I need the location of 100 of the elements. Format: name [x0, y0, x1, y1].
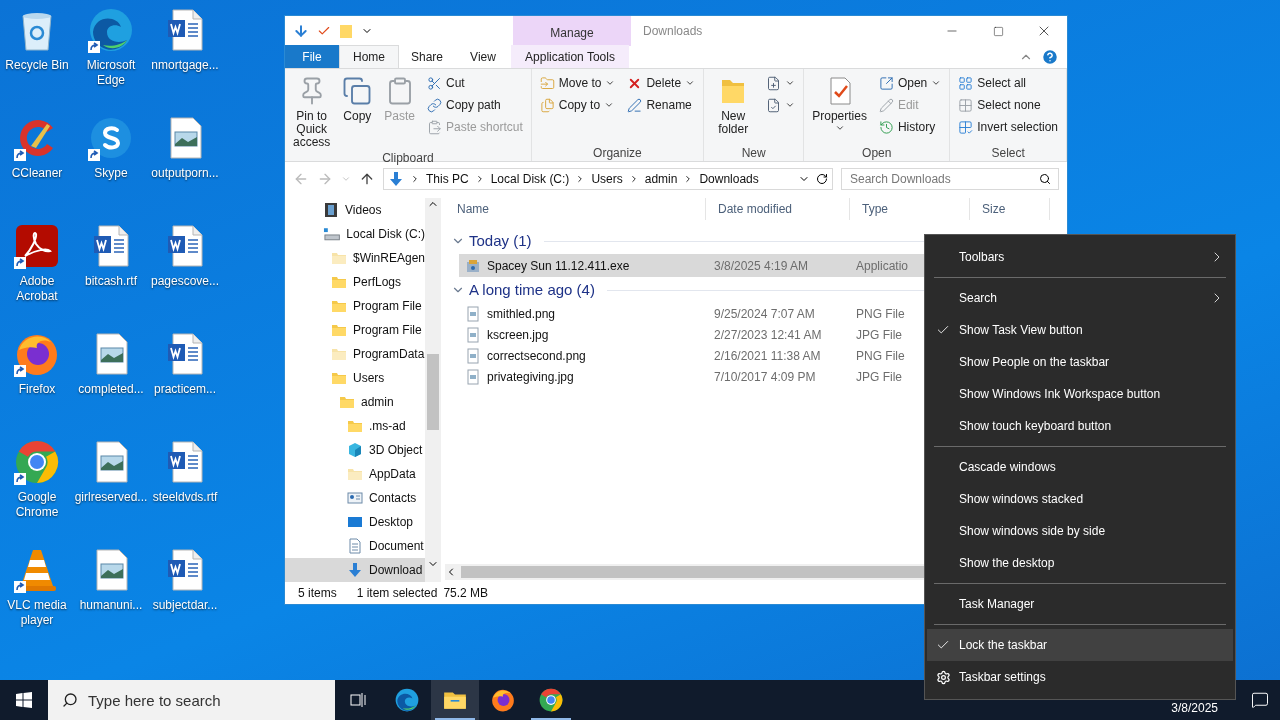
menu-item[interactable]: Show touch keyboard button: [927, 410, 1233, 442]
ribbon-tab[interactable]: Application Tools: [511, 45, 629, 68]
menu-item[interactable]: Show the desktop: [927, 547, 1233, 579]
ribbon-button[interactable]: Copy: [338, 72, 377, 149]
menu-item[interactable]: Show windows stacked: [927, 483, 1233, 515]
folder-arrow-icon: [539, 75, 555, 91]
ribbon-group-label: New: [740, 145, 767, 161]
desktop-icon[interactable]: bitcash.rtf: [74, 222, 148, 330]
folder-icon: [331, 322, 347, 338]
menu-item[interactable]: Taskbar settings: [927, 661, 1233, 693]
desktop-icon[interactable]: subjectdar...: [148, 546, 222, 654]
menu-item[interactable]: Lock the taskbar: [927, 629, 1233, 661]
firefox-icon: [490, 687, 516, 713]
installer-icon: [465, 257, 481, 274]
scrollbar-thumb[interactable]: [427, 354, 439, 430]
folder-icon: [347, 418, 363, 434]
desktop-icon[interactable]: outputporn...: [148, 114, 222, 222]
desktop-icon[interactable]: girlreserved...: [74, 438, 148, 546]
desktop-icon[interactable]: pagescove...: [148, 222, 222, 330]
desktop-icon-label: outputporn...: [150, 166, 220, 181]
nav-tree-item[interactable]: Contacts: [285, 486, 425, 510]
up-icon[interactable]: [359, 171, 375, 187]
ribbon-tab[interactable]: File: [285, 45, 339, 68]
desktop-icon[interactable]: Firefox: [0, 330, 74, 438]
nav-tree-item[interactable]: PerfLogs: [285, 270, 425, 294]
desktop-icon[interactable]: practicem...: [148, 330, 222, 438]
cube-icon: [347, 442, 363, 458]
menu-item[interactable]: Show windows side by side: [927, 515, 1233, 547]
menu-item[interactable]: Show People on the taskbar: [927, 346, 1233, 378]
ribbon-button[interactable]: Select none: [954, 94, 1062, 116]
ribbon-button[interactable]: Delete: [623, 72, 700, 94]
menu-item[interactable]: Show Windows Ink Workspace button: [927, 378, 1233, 410]
breadcrumb[interactable]: This PC: [426, 170, 469, 188]
desktop-icon[interactable]: Google Chrome: [0, 438, 74, 546]
column-header[interactable]: Name: [445, 198, 706, 220]
nav-tree-item[interactable]: Program File: [285, 318, 425, 342]
taskbar-search-field[interactable]: Type here to search: [48, 680, 335, 720]
ribbon-tab[interactable]: Home: [339, 45, 399, 68]
menu-item[interactable]: Task Manager: [927, 588, 1233, 620]
desktop-icon[interactable]: steeldvds.rtf: [148, 438, 222, 546]
desktop-icon[interactable]: completed...: [74, 330, 148, 438]
settings-icon: [935, 669, 951, 685]
desktop-icon[interactable]: nmortgage...: [148, 6, 222, 114]
ribbon-tab[interactable]: View: [455, 45, 511, 68]
desktop-icon[interactable]: VLC media player: [0, 546, 74, 654]
nav-tree-item[interactable]: AppData: [285, 462, 425, 486]
nav-tree-item[interactable]: Program File: [285, 294, 425, 318]
caret-icon: [785, 78, 796, 88]
desktop-icon[interactable]: Adobe Acrobat: [0, 222, 74, 330]
ribbon-button[interactable]: Open: [874, 72, 946, 94]
menu-item[interactable]: Cascade windows: [927, 451, 1233, 483]
ribbon-button[interactable]: Copy path: [423, 94, 527, 116]
nav-tree-item[interactable]: Videos: [285, 198, 425, 222]
ribbon-button[interactable]: Copy to: [535, 94, 620, 116]
ribbon-button[interactable]: Cut: [423, 72, 527, 94]
breadcrumb[interactable]: Local Disk (C:): [490, 170, 570, 188]
ribbon-button[interactable]: Properties: [808, 72, 871, 144]
group-header[interactable]: A long time ago (4): [469, 278, 595, 302]
ribbon-button[interactable]: Invert selection: [954, 116, 1062, 138]
help-icon[interactable]: [1041, 48, 1059, 66]
refresh-icon[interactable]: [816, 173, 828, 185]
search-field[interactable]: Search Downloads: [841, 168, 1059, 190]
column-header[interactable]: Type: [850, 198, 970, 220]
ribbon-button[interactable]: Pin to Quick access: [289, 72, 335, 149]
taskbar-app-button[interactable]: [431, 680, 479, 720]
nav-tree-item[interactable]: Local Disk (C:): [285, 222, 425, 246]
desktop-icon[interactable]: CCleaner: [0, 114, 74, 222]
ribbon-button[interactable]: Move to: [535, 72, 620, 94]
desktop-icon[interactable]: Skype: [74, 114, 148, 222]
nav-tree-item[interactable]: Desktop: [285, 510, 425, 534]
grid-icon: [958, 97, 974, 113]
ribbon-button[interactable]: New folder: [708, 72, 759, 144]
date-cell-text: 9/25/2024 7:07 AM: [713, 305, 816, 323]
folder-icon: [331, 346, 347, 362]
ribbon-tab[interactable]: Share: [399, 45, 455, 68]
desktop-icon[interactable]: Recycle Bin: [0, 6, 74, 114]
date-cell-text: 3/8/2025 4:19 AM: [713, 257, 810, 275]
column-header[interactable]: Size: [970, 198, 1050, 220]
column-header[interactable]: Date modified: [706, 198, 850, 220]
address-bar[interactable]: This PC Local Disk (C:) Users admin Downloads: [383, 168, 833, 190]
ribbon-button[interactable]: Rename: [623, 94, 700, 116]
breadcrumb[interactable]: Downloads: [699, 170, 759, 188]
group-header[interactable]: Today (1): [469, 229, 532, 253]
nav-tree-item[interactable]: ProgramData: [285, 342, 425, 366]
ribbon-button[interactable]: Select all: [954, 72, 1062, 94]
desktop-icon[interactable]: humanuni...: [74, 546, 148, 654]
nav-tree-item[interactable]: 3D Object: [285, 438, 425, 462]
breadcrumb[interactable]: admin: [644, 170, 678, 188]
breadcrumb[interactable]: Users: [591, 170, 623, 188]
nav-tree-item[interactable]: Users: [285, 366, 425, 390]
ribbon-button[interactable]: History: [874, 116, 946, 138]
nav-tree-item[interactable]: Document: [285, 534, 425, 558]
nav-tree-item[interactable]: admin: [285, 390, 425, 414]
nav-tree-item[interactable]: .ms-ad: [285, 414, 425, 438]
nav-tree-item[interactable]: Download: [285, 558, 425, 582]
desktop-icon-label: practicem...: [153, 382, 217, 397]
desktop-icon-label: girlreserved...: [73, 490, 149, 505]
desktop-icon[interactable]: Microsoft Edge: [74, 6, 148, 114]
nav-tree-item[interactable]: $WinREAgen: [285, 246, 425, 270]
desktop-icon-label: Recycle Bin: [4, 58, 70, 73]
